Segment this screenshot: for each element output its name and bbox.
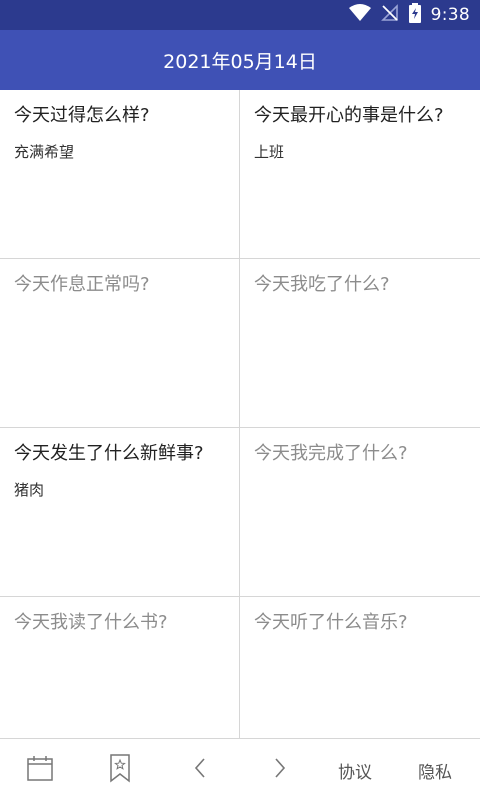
question-text: 今天作息正常吗?: [14, 274, 150, 295]
bookmark-icon: [108, 753, 132, 787]
question-text: 今天过得怎么样?: [14, 105, 150, 126]
date-title[interactable]: 2021年05月14日: [163, 47, 317, 74]
question-text: 今天我吃了什么?: [254, 274, 390, 295]
question-card[interactable]: 今天听了什么音乐?: [240, 597, 480, 738]
answer-text: 猪肉: [14, 481, 45, 499]
question-text: 今天发生了什么新鲜事?: [14, 443, 204, 464]
agreement-button[interactable]: 协议: [315, 739, 395, 801]
chevron-left-icon: [192, 756, 208, 784]
question-text: 今天听了什么音乐?: [254, 612, 408, 633]
previous-day-button[interactable]: [160, 739, 240, 801]
bookmark-button[interactable]: [80, 739, 160, 801]
wifi-icon: [348, 4, 371, 26]
question-card[interactable]: 今天过得怎么样? 充满希望: [0, 90, 240, 259]
question-card[interactable]: 今天发生了什么新鲜事? 猪肉: [0, 428, 240, 597]
question-grid: 今天过得怎么样? 充满希望 今天最开心的事是什么? 上班 今天作息正常吗? 今天…: [0, 90, 480, 738]
chevron-right-icon: [272, 756, 288, 784]
answer-text: 上班: [254, 143, 285, 161]
no-signal-icon: [380, 4, 399, 26]
status-time: 9:38: [430, 5, 470, 25]
question-card[interactable]: 今天我完成了什么?: [240, 428, 480, 597]
question-card[interactable]: 今天我读了什么书?: [0, 597, 240, 738]
app-bar: 2021年05月14日: [0, 30, 480, 90]
question-text: 今天最开心的事是什么?: [254, 105, 444, 126]
question-text: 今天我完成了什么?: [254, 443, 408, 464]
privacy-button[interactable]: 隐私: [395, 739, 475, 801]
status-bar: 9:38: [0, 0, 480, 30]
calendar-icon: [26, 754, 54, 786]
question-card[interactable]: 今天最开心的事是什么? 上班: [240, 90, 480, 259]
question-text: 今天我读了什么书?: [14, 612, 168, 633]
next-day-button[interactable]: [240, 739, 320, 801]
calendar-button[interactable]: [0, 739, 80, 801]
privacy-label: 隐私: [418, 762, 452, 783]
bottom-toolbar: 协议 隐私: [0, 738, 480, 801]
status-icons: 9:38: [348, 0, 470, 30]
agreement-label: 协议: [338, 762, 372, 783]
battery-charging-icon: [408, 3, 421, 27]
question-card[interactable]: 今天我吃了什么?: [240, 259, 480, 428]
answer-text: 充满希望: [14, 143, 75, 161]
question-card[interactable]: 今天作息正常吗?: [0, 259, 240, 428]
